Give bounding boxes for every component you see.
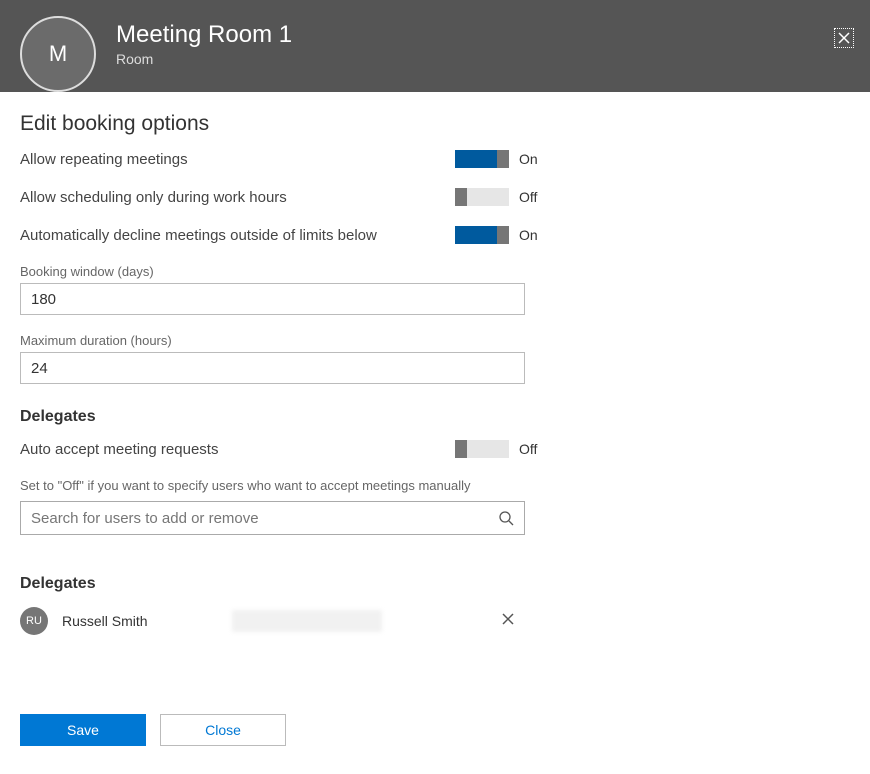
field-booking-window: Booking window (days) [20,264,525,315]
panel-content: Edit booking options Allow repeating mee… [0,92,870,655]
redacted-email [232,610,382,632]
toggle-state: On [519,227,545,243]
field-max-duration: Maximum duration (hours) [20,333,525,384]
toggle-auto-decline[interactable] [455,226,509,244]
avatar-initial: M [49,41,67,67]
toggle-label: Allow repeating meetings [20,151,455,168]
header-text: Meeting Room 1 Room [116,21,292,67]
close-panel-button[interactable] [834,28,854,48]
toggle-auto-accept[interactable] [455,440,509,458]
delegates-heading: Delegates [20,408,850,426]
toggle-row-auto-accept: Auto accept meeting requests Off [20,440,545,458]
close-icon [837,31,851,45]
delegate-initials: RU [26,615,42,627]
booking-window-input[interactable] [20,283,525,315]
panel-footer: Save Close [20,714,286,746]
delegate-avatar: RU [20,607,48,635]
delegate-name: Russell Smith [62,613,232,629]
remove-delegate-button[interactable] [491,608,525,635]
toggle-state: On [519,151,545,167]
toggle-state: Off [519,441,545,457]
delegate-row: RU Russell Smith [20,607,525,635]
resource-avatar: M [20,16,96,92]
close-icon [501,612,515,626]
toggle-label: Auto accept meeting requests [20,441,455,458]
max-duration-input[interactable] [20,352,525,384]
panel-header: M Meeting Room 1 Room [0,0,870,92]
toggle-row-work-hours: Allow scheduling only during work hours … [20,188,545,206]
search-icon [498,510,514,526]
toggle-state: Off [519,189,545,205]
save-button[interactable]: Save [20,714,146,746]
delegate-search[interactable] [20,501,525,535]
delegates-list-heading: Delegates [20,575,850,593]
toggle-row-auto-decline: Automatically decline meetings outside o… [20,226,545,244]
panel-subtitle: Room [116,51,292,67]
field-label: Maximum duration (hours) [20,333,525,348]
auto-accept-help: Set to "Off" if you want to specify user… [20,478,850,493]
toggle-repeating[interactable] [455,150,509,168]
toggle-row-repeating: Allow repeating meetings On [20,150,545,168]
section-title: Edit booking options [20,112,850,136]
field-label: Booking window (days) [20,264,525,279]
panel-title: Meeting Room 1 [116,21,292,49]
delegate-search-input[interactable] [31,510,498,527]
toggle-label: Allow scheduling only during work hours [20,189,455,206]
close-button[interactable]: Close [160,714,286,746]
toggle-label: Automatically decline meetings outside o… [20,227,455,244]
toggle-work-hours[interactable] [455,188,509,206]
